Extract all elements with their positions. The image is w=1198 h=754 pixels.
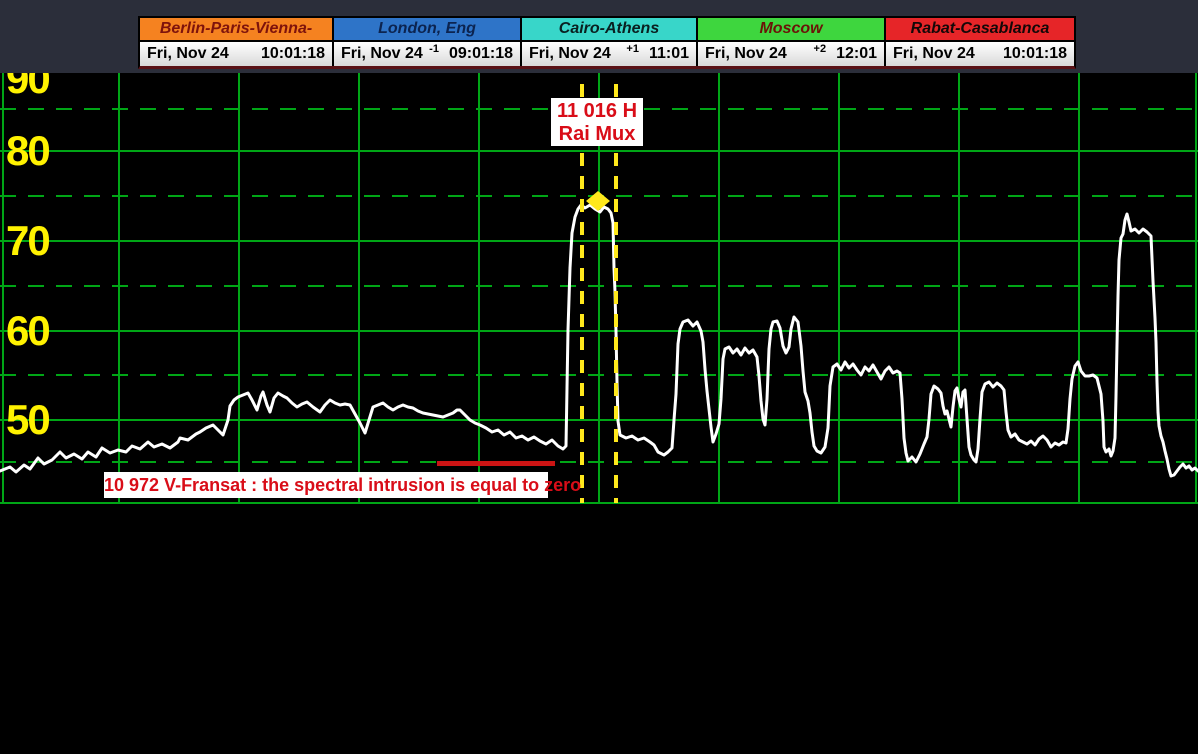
clock-time: 10:01:18 [261, 42, 325, 66]
clock-cell-cairo-athens: Cairo-Athens Fri, Nov 24 +1 11:01 [522, 18, 698, 66]
meter-screen: 90 80 70 60 50 11 016 H Rai Mux 10 972 V… [0, 0, 1198, 754]
clock-city-name: Rabat-Casablanca [886, 18, 1074, 42]
clock-utc-offset: +1 [626, 37, 639, 61]
clock-cell-london: London, Eng Fri, Nov 24 -1 09:01:18 [334, 18, 522, 66]
clock-city-name: Berlin-Paris-Vienna-Roma [140, 18, 332, 42]
clock-date: Fri, Nov 24 [705, 42, 787, 66]
clock-cell-moscow: Moscow Fri, Nov 24 +2 12:01 [698, 18, 886, 66]
clock-time-row: Fri, Nov 24 +1 11:01 [522, 42, 696, 66]
measurement-panel: ✘ Pwr 83.7 dBµV ✔ C/N 28.2 dB 11016.0 MH… [0, 506, 1198, 754]
marker-label-box: 11 016 H Rai Mux [551, 98, 643, 146]
clock-time: 10:01:18 [1003, 42, 1067, 66]
clock-date: Fri, Nov 24 [341, 42, 423, 66]
y-axis-label-70: 70 [6, 220, 70, 262]
y-axis-label-50: 50 [6, 399, 70, 441]
clock-date: Fri, Nov 24 [893, 42, 975, 66]
clock-cell-rabat-casablanca: Rabat-Casablanca Fri, Nov 24 10:01:18 [886, 18, 1074, 66]
clock-time: 11:01 [649, 42, 689, 66]
clock-cell-berlin-paris-vienna-roma: Berlin-Paris-Vienna-Roma Fri, Nov 24 10:… [140, 18, 334, 66]
top-bar: Berlin-Paris-Vienna-Roma Fri, Nov 24 10:… [0, 0, 1198, 73]
clock-date: Fri, Nov 24 [147, 42, 229, 66]
y-axis-label-60: 60 [6, 310, 70, 352]
clock-city-name: Cairo-Athens [522, 18, 696, 42]
clock-city-name: Moscow [698, 18, 884, 42]
red-underline-bar [437, 461, 555, 466]
clock-time: 09:01:18 [449, 42, 513, 66]
clock-time-row: Fri, Nov 24 10:01:18 [886, 42, 1074, 66]
world-clock-table: Berlin-Paris-Vienna-Roma Fri, Nov 24 10:… [138, 16, 1076, 69]
clock-time-row: Fri, Nov 24 +2 12:01 [698, 42, 884, 66]
clock-date: Fri, Nov 24 [529, 42, 611, 66]
clock-time: 12:01 [836, 42, 877, 66]
marker-mux-name: Rai Mux [551, 123, 643, 146]
y-axis-label-80: 80 [6, 130, 70, 172]
annotation-box: 10 972 V-Fransat : the spectral intrusio… [104, 472, 548, 498]
clock-utc-offset: +2 [814, 37, 827, 61]
clock-time-row: Fri, Nov 24 -1 09:01:18 [334, 42, 520, 66]
clock-time-row: Fri, Nov 24 10:01:18 [140, 42, 332, 66]
clock-utc-offset: -1 [429, 37, 439, 61]
clock-city-name: London, Eng [334, 18, 520, 42]
marker-frequency-label: 11 016 H [551, 100, 643, 123]
